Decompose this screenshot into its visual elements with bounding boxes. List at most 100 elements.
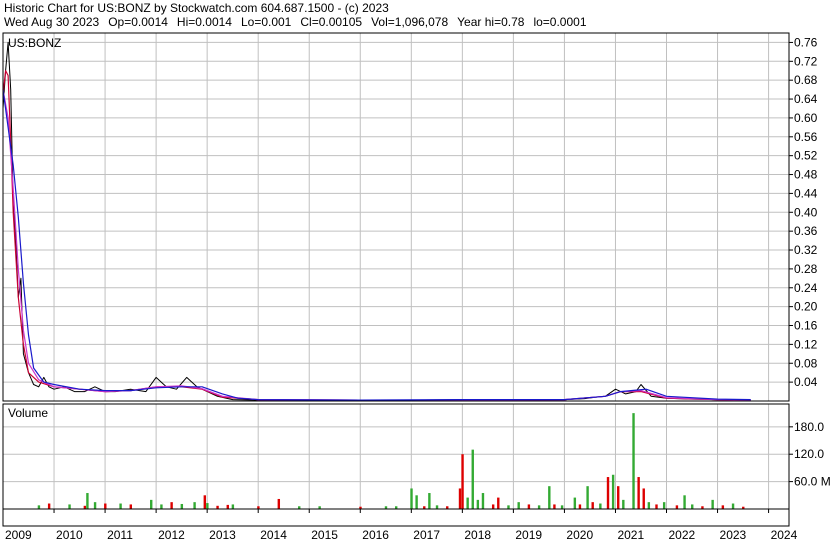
volume-bar xyxy=(47,503,51,509)
volume-bar xyxy=(435,505,439,509)
volume-bar xyxy=(599,503,602,509)
price-tick-label: 0.64 xyxy=(794,92,818,106)
volume-bar xyxy=(461,454,464,509)
price-tick-label: 0.16 xyxy=(794,319,818,333)
volume-bar xyxy=(647,502,651,509)
volume-bar xyxy=(507,505,510,509)
price-tick-label: 0.56 xyxy=(794,130,818,144)
year-tick-label: 2023 xyxy=(720,528,747,542)
volume-bar xyxy=(104,503,107,509)
volume-bar xyxy=(86,493,89,509)
price-tick-label: 0.24 xyxy=(794,281,818,295)
volume-bar xyxy=(37,505,41,509)
volume-bar xyxy=(548,486,551,509)
volume-bar xyxy=(180,503,184,509)
year-tick-label: 2014 xyxy=(260,528,287,542)
price-tick-label: 0.32 xyxy=(794,243,818,257)
volume-bar xyxy=(93,502,97,509)
chart-frame xyxy=(2,32,793,527)
volume-bar xyxy=(129,504,132,509)
volume-bar xyxy=(476,499,480,509)
volume-bar xyxy=(622,499,625,509)
grid xyxy=(3,33,789,509)
price-tick-label: 0.44 xyxy=(794,186,818,200)
volume-tick-label: 120.0 xyxy=(794,447,824,461)
volume-bar xyxy=(150,499,153,509)
symbol-label: US:BONZ xyxy=(8,36,61,50)
volume-bar xyxy=(119,503,122,509)
volume-bar xyxy=(617,486,620,509)
volume-bar xyxy=(497,497,500,509)
year-tick-label: 2016 xyxy=(362,528,389,542)
price-tick-label: 0.20 xyxy=(794,300,818,314)
year-tick-label: 2018 xyxy=(464,528,491,542)
volume-bar xyxy=(537,505,541,509)
year-tick-label: 2019 xyxy=(515,528,542,542)
volume-bar xyxy=(662,502,666,509)
volume-bar xyxy=(466,497,469,509)
year-tick-label: 2009 xyxy=(5,528,32,542)
volume-bar xyxy=(481,493,485,509)
price-tick-label: 0.28 xyxy=(794,262,818,276)
volume-bar xyxy=(675,505,679,509)
price-tick-label: 0.40 xyxy=(794,205,818,219)
volume-bar xyxy=(527,504,531,509)
series-line-ma_long xyxy=(2,89,751,401)
price-tick-label: 0.48 xyxy=(794,168,818,182)
price-tick-label: 0.12 xyxy=(794,337,818,351)
volume-bar xyxy=(226,504,229,509)
price-tick-label: 0.08 xyxy=(794,356,818,370)
volume-bar xyxy=(711,499,714,509)
volume-bar xyxy=(655,504,658,509)
year-tick-label: 2012 xyxy=(158,528,185,542)
volume-bars xyxy=(37,413,745,509)
volume-bar xyxy=(415,495,418,509)
volume-bar xyxy=(68,504,71,509)
year-tick-label: 2017 xyxy=(413,528,440,542)
year-tick-label: 2010 xyxy=(56,528,83,542)
year-tick-label: 2015 xyxy=(311,528,338,542)
volume-bar xyxy=(193,502,196,509)
volume-bar xyxy=(632,413,635,509)
price-lines xyxy=(2,41,751,401)
year-tick-label: 2013 xyxy=(209,528,236,542)
price-tick-label: 0.68 xyxy=(794,73,818,87)
price-volume-chart: 0.76 0.72 0.68 0.64 0.60 0.56 0.52 0.48 0.44 0.40… xyxy=(2,32,830,542)
volume-bar xyxy=(586,486,589,509)
volume-title: Volume xyxy=(8,406,48,420)
volume-bar xyxy=(517,502,520,509)
volume-bar xyxy=(458,488,462,509)
volume-panel-frame xyxy=(2,403,790,510)
volume-bar xyxy=(277,498,281,509)
volume-bar xyxy=(578,504,582,509)
volume-tick-label: 180.0 xyxy=(794,420,824,434)
volume-bar xyxy=(231,504,235,509)
year-tick-label: 2021 xyxy=(617,528,644,542)
price-tick-label: 0.36 xyxy=(794,224,818,238)
volume-bar xyxy=(203,495,207,509)
series-line-ma_mid xyxy=(2,89,751,401)
axis-labels: 0.76 0.72 0.68 0.64 0.60 0.56 0.52 0.48 0.44 0.40… xyxy=(5,35,830,542)
volume-bar xyxy=(560,505,564,509)
volume-bar xyxy=(721,505,725,509)
volume-tick-label: 60.0 M xyxy=(794,475,830,489)
volume-bar xyxy=(683,495,686,509)
price-tick-label: 0.76 xyxy=(794,35,818,49)
volume-bar xyxy=(731,503,735,509)
year-tick-label: 2020 xyxy=(566,528,593,542)
volume-bar xyxy=(491,504,495,509)
price-tick-label: 0.52 xyxy=(794,149,818,163)
volume-bar xyxy=(642,488,645,509)
price-panel-frame xyxy=(2,32,790,402)
volume-bar xyxy=(428,493,431,509)
volume-bar xyxy=(637,477,640,509)
volume-bar xyxy=(611,474,615,509)
volume-bar xyxy=(553,504,556,509)
volume-bar xyxy=(591,502,594,509)
price-tick-label: 0.04 xyxy=(794,375,818,389)
volume-bar xyxy=(410,488,413,509)
year-tick-label: 2022 xyxy=(669,528,696,542)
price-tick-label: 0.72 xyxy=(794,54,818,68)
volume-bar xyxy=(606,477,610,509)
price-tick-label: 0.60 xyxy=(794,111,818,125)
